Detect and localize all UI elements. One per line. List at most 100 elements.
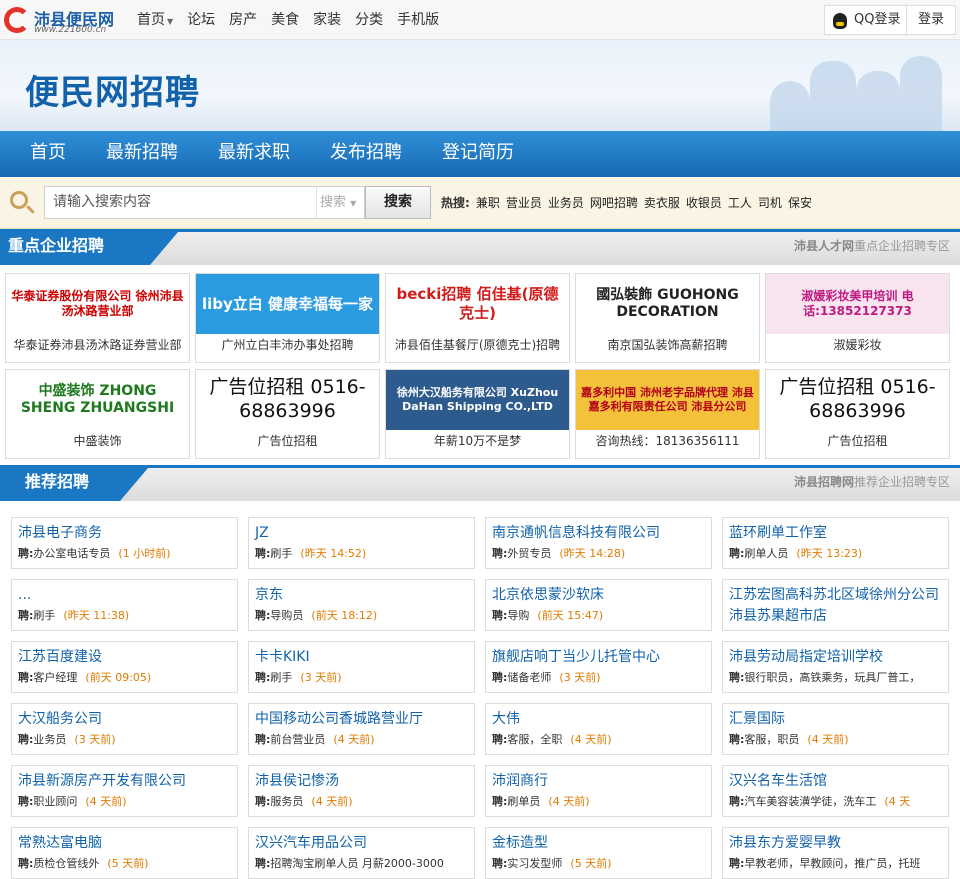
banner: 便民网招聘: [0, 40, 960, 131]
employer-ad[interactable]: 徐州大汉船务有限公司 XuZhou DaHan Shipping CO.,LTD…: [385, 369, 570, 459]
topnav-home[interactable]: 首页 ▼: [130, 0, 180, 40]
topnav-mobile[interactable]: 手机版: [390, 0, 446, 40]
job-time: (4 天前): [85, 795, 127, 808]
employer-ad[interactable]: 中盛装饰 ZHONG SHENG ZHUANGSHI 中盛装饰: [5, 369, 190, 459]
topnav-decor[interactable]: 家装: [306, 0, 348, 40]
job-card[interactable]: JZ 聘:刷手 (昨天 14:52): [248, 517, 475, 569]
mainnav-latest-seekers[interactable]: 最新求职: [218, 131, 290, 177]
search-type-select[interactable]: 搜索 ▼: [316, 186, 365, 219]
job-company-link[interactable]: 京东: [255, 585, 473, 606]
job-card[interactable]: 沛县新源房产开发有限公司 聘:职业顾问 (4 天前): [11, 765, 238, 817]
employer-ad[interactable]: 广告位招租 0516-68863996 广告位招租: [195, 369, 380, 459]
search-input[interactable]: 请输入搜索内容: [44, 186, 316, 219]
job-company-link[interactable]: 北京依思蒙沙软床: [492, 585, 710, 606]
job-card[interactable]: 沛县电子商务 聘:办公室电话专员 (1 小时前): [11, 517, 238, 569]
job-card[interactable]: 南京通帆信息科技有限公司聘:外贸专员 (昨天 14:28): [485, 517, 712, 569]
job-company-link[interactable]: 汉兴汽车用品公司: [255, 833, 473, 854]
hot-label: 热搜:: [441, 196, 470, 210]
job-card[interactable]: 沛县劳动局指定培训学校 聘:银行职员，高铁乘务，玩具厂普工，: [722, 641, 949, 693]
mainnav-home[interactable]: 首页: [30, 131, 66, 177]
job-card[interactable]: 北京依思蒙沙软床聘:导购 (前天 15:47): [485, 579, 712, 631]
hot-tag[interactable]: 业务员: [548, 196, 584, 210]
job-card[interactable]: 旗舰店响丁当少儿托管中心 聘:储备老师 (3 天前): [485, 641, 712, 693]
job-company-link[interactable]: 金标造型: [492, 833, 710, 854]
hot-tag[interactable]: 保安: [788, 196, 812, 210]
hot-tag[interactable]: 工人: [728, 196, 752, 210]
employer-ad[interactable]: 國弘裝飾 GUOHONG DECORATION 南京国弘装饰高薪招聘: [575, 273, 760, 363]
employer-ad[interactable]: 嘉多利中国 沛州老字品牌代理 沛县嘉多利有限责任公司 沛县分公司 咨询热线：181…: [575, 369, 760, 459]
job-card[interactable]: 沛润商行聘:刷单员 (4 天前): [485, 765, 712, 817]
job-card[interactable]: 江苏百度建设 聘:客户经理 (前天 09:05): [11, 641, 238, 693]
job-company-link[interactable]: 沛润商行: [492, 771, 710, 792]
job-company-link[interactable]: 大伟: [492, 709, 710, 730]
job-company-link[interactable]: 江苏宏图高科苏北区域徐州分公司沛县苏果超市店: [729, 585, 947, 627]
job-card[interactable]: ... 聘:刷手 (昨天 11:38): [11, 579, 238, 631]
job-title: 业务员: [33, 733, 67, 746]
job-company-link[interactable]: ...: [18, 585, 236, 606]
employer-ad[interactable]: 淑媛彩妆美甲培训 电话:13852127373 淑媛彩妆: [765, 273, 950, 363]
job-title-line: 聘:导购 (前天 15:47): [492, 609, 604, 622]
hot-tag[interactable]: 网吧招聘: [590, 196, 638, 210]
job-card[interactable]: 大伟 聘:客服，全职 (4 天前): [485, 703, 712, 755]
job-company-link[interactable]: 沛县东方爱婴早教: [729, 833, 947, 854]
job-company-link[interactable]: 沛县侯记惨汤: [255, 771, 473, 792]
job-card[interactable]: 沛县东方爱婴早教 聘:早教老师，早教顾问，推广员，托班: [722, 827, 949, 879]
hot-tag[interactable]: 营业员: [506, 196, 542, 210]
job-company-link[interactable]: 大汉船务公司: [18, 709, 236, 730]
job-title: 质检仓管线外: [33, 857, 100, 870]
employer-ad[interactable]: 广告位招租 0516-68863996 广告位招租: [765, 369, 950, 459]
topnav-house[interactable]: 房产: [222, 0, 264, 40]
employer-ad[interactable]: 华泰证券股份有限公司 徐州沛县汤沐路营业部 华泰证券沛县汤沐路证券营业部: [5, 273, 190, 363]
job-company-link[interactable]: 中国移动公司香城路营业厅: [255, 709, 473, 730]
job-company-link[interactable]: JZ: [255, 523, 473, 544]
job-card[interactable]: 大汉船务公司 聘:业务员 (3 天前): [11, 703, 238, 755]
job-company-link[interactable]: 旗舰店响丁当少儿托管中心: [492, 647, 710, 668]
job-company-link[interactable]: 江苏百度建设: [18, 647, 236, 668]
hot-tag[interactable]: 兼职: [476, 196, 500, 210]
job-title-line: 聘:外贸专员 (昨天 14:28): [492, 547, 626, 560]
job-card[interactable]: 汇景国际 聘:客服，职员 (4 天前): [722, 703, 949, 755]
search-button[interactable]: 搜索: [365, 186, 431, 219]
job-time: (昨天 13:23): [796, 547, 863, 560]
topnav-classified[interactable]: 分类: [348, 0, 390, 40]
hot-tag[interactable]: 司机: [758, 196, 782, 210]
job-company-link[interactable]: 南京通帆信息科技有限公司: [492, 523, 710, 544]
employer-ad[interactable]: becki招聘 佰佳基(原德克士) 沛县佰佳基餐厅(原德克士)招聘: [385, 273, 570, 363]
hot-tag[interactable]: 收银员: [686, 196, 722, 210]
job-company-link[interactable]: 常熟达富电脑: [18, 833, 236, 854]
job-company-link[interactable]: 沛县劳动局指定培训学校: [729, 647, 947, 668]
mainnav-register-resume[interactable]: 登记简历: [442, 131, 514, 177]
job-company-link[interactable]: 沛县电子商务: [18, 523, 236, 544]
job-time: (前天 18:12): [311, 609, 378, 622]
job-card[interactable]: 汉兴名车生活馆 聘:汽车美容装潢学徒，洗车工 (4 天: [722, 765, 949, 817]
job-company-link[interactable]: 汉兴名车生活馆: [729, 771, 947, 792]
job-card[interactable]: 江苏宏图高科苏北区域徐州分公司沛县苏果超市店: [722, 579, 949, 631]
job-card[interactable]: 沛县侯记惨汤 聘:服务员 (4 天前): [248, 765, 475, 817]
job-title-line: 聘:刷单员 (4 天前): [492, 795, 590, 808]
job-card[interactable]: 金标造型 聘:实习发型师 (5 天前): [485, 827, 712, 879]
mainnav-latest-jobs[interactable]: 最新招聘: [106, 131, 178, 177]
job-card[interactable]: 中国移动公司香城路营业厅 聘:前台营业员 (4 天前): [248, 703, 475, 755]
mainnav-post-job[interactable]: 发布招聘: [330, 131, 402, 177]
job-card[interactable]: 京东 聘:导购员 (前天 18:12): [248, 579, 475, 631]
topnav-food[interactable]: 美食: [264, 0, 306, 40]
chevron-down-icon: ▼: [350, 199, 357, 208]
qq-login-button[interactable]: QQ登录: [824, 5, 907, 35]
job-company-link[interactable]: 卡卡KIKI: [255, 647, 473, 668]
job-title: 客服，职员: [744, 733, 800, 746]
job-card[interactable]: 蓝环刷单工作室 聘:刷单人员 (昨天 13:23): [722, 517, 949, 569]
hot-tag[interactable]: 卖衣服: [644, 196, 680, 210]
login-button[interactable]: 登录: [906, 5, 956, 35]
topnav-forum[interactable]: 论坛: [180, 0, 222, 40]
job-time: (4 天: [884, 795, 911, 808]
job-company-link[interactable]: 汇景国际: [729, 709, 947, 730]
job-company-link[interactable]: 蓝环刷单工作室: [729, 523, 947, 544]
job-title: 客服，全职: [507, 733, 563, 746]
job-card[interactable]: 汉兴汽车用品公司 聘:招聘淘宝刷单人员 月薪2000-3000: [248, 827, 475, 879]
site-logo[interactable]: 沛县便民网 www.221600.cn: [4, 4, 124, 36]
employer-ad[interactable]: liby立白 健康幸福每一家 广州立白丰沛办事处招聘: [195, 273, 380, 363]
section-header-recommended: 推荐招聘 沛县招聘网推荐企业招聘专区: [0, 465, 960, 501]
job-company-link[interactable]: 沛县新源房产开发有限公司: [18, 771, 236, 792]
job-card[interactable]: 常熟达富电脑 聘:质检仓管线外 (5 天前): [11, 827, 238, 879]
job-card[interactable]: 卡卡KIKI 聘:刷手 (3 天前): [248, 641, 475, 693]
